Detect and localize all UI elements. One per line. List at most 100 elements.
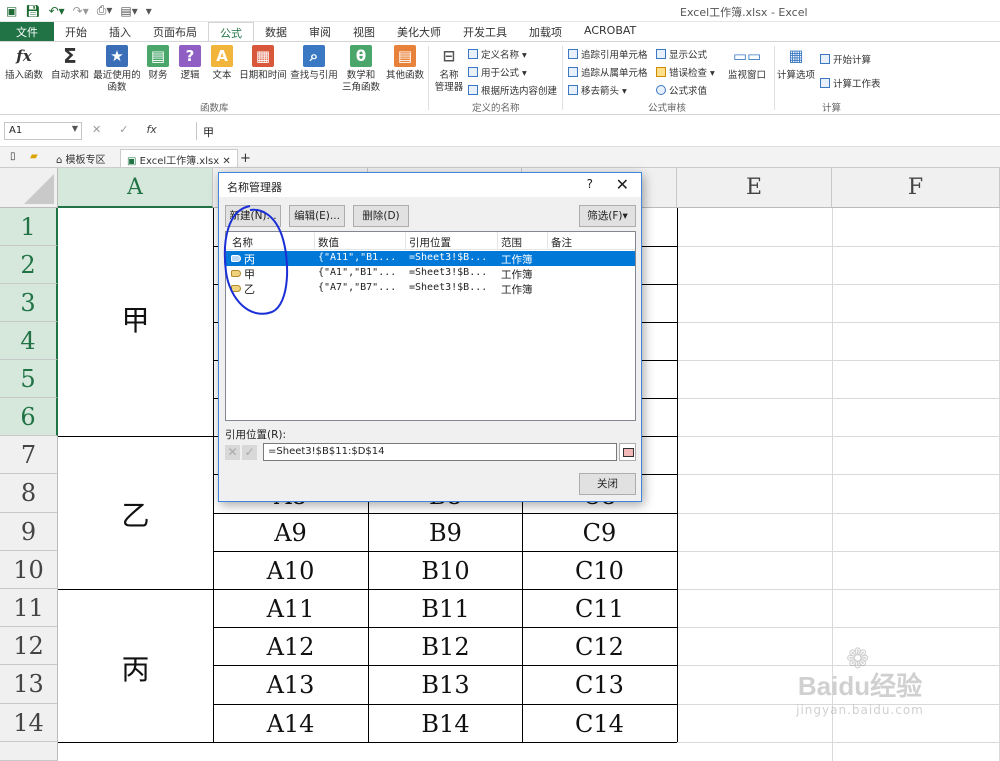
undo-icon[interactable]: ↶▾ [49,4,65,18]
insert-function-button[interactable]: fx 插入函数 [4,45,44,82]
watch-window-button[interactable]: ▭▭ 监视窗口 [726,45,768,82]
doc-tab-templates[interactable]: ⌂ 模板专区 [50,149,112,167]
evaluate-formula-button[interactable]: 公式求值 [656,83,707,97]
filter-button[interactable]: 筛选(F)▾ [579,205,636,227]
fx-icon[interactable]: fx [146,123,156,136]
col-header-e[interactable]: E [677,168,832,208]
datetime-button[interactable]: ▦ 日期和时间 [238,45,288,82]
close-icon[interactable]: ✕ [616,175,629,194]
delete-name-button[interactable]: 删除(D) [353,205,409,227]
refers-to-input[interactable]: =Sheet3!$B$11:$D$14 [263,443,617,461]
cell-b11[interactable]: A11 [214,595,367,623]
cell-d13[interactable]: C13 [523,671,676,699]
calc-options-button[interactable]: ▦ 计算选项 [776,45,816,82]
tab-acrobat[interactable]: ACROBAT [573,22,647,41]
confirm-edit-icon[interactable]: ✓ [242,445,257,460]
print-icon[interactable]: ⎙▾ [97,3,113,18]
math-button[interactable]: θ 数学和 三角函数 [340,45,382,94]
new-doc-icon[interactable]: ▯ [4,149,22,167]
customize-qat-icon[interactable]: ▾ [146,4,152,18]
tab-review[interactable]: 审阅 [298,22,342,41]
more-functions-button[interactable]: ▤ 其他函数 [384,45,426,82]
tab-page-layout[interactable]: 页面布局 [142,22,208,41]
tab-insert[interactable]: 插入 [98,22,142,41]
formula-input[interactable]: 甲 [196,122,996,140]
col-comment[interactable]: 备注 [551,235,572,250]
cell-c11[interactable]: B11 [369,595,522,623]
merged-cell-a7-a10[interactable]: 乙 [59,494,212,534]
row-header[interactable]: 7 [0,436,58,474]
cell-c9[interactable]: B9 [369,519,522,547]
col-refers-to[interactable]: 引用位置 [409,235,451,250]
cell-d11[interactable]: C11 [523,595,676,623]
collapse-dialog-icon[interactable] [619,443,636,461]
edit-name-button[interactable]: 编辑(E)... [289,205,345,227]
row-header[interactable] [0,742,58,761]
merged-cell-a1-a6[interactable]: 甲 [59,299,212,339]
define-name-button[interactable]: 定义名称 ▾ [468,47,527,61]
col-value[interactable]: 数值 [318,235,339,250]
logical-button[interactable]: ? 逻辑 [176,45,204,82]
row-header[interactable]: 11 [0,589,58,627]
trace-dependents-button[interactable]: 追踪从属单元格 [568,65,648,79]
row-header[interactable]: 10 [0,551,58,589]
close-button[interactable]: 关闭 [579,473,636,495]
form-icon[interactable]: ▤▾ [120,4,137,18]
tab-beautify[interactable]: 美化大师 [386,22,452,41]
row-header[interactable]: 9 [0,513,58,551]
name-box[interactable]: A1 ▼ [4,122,82,140]
tab-developer[interactable]: 开发工具 [452,22,518,41]
redo-icon[interactable]: ↷▾ [73,4,89,18]
recent-functions-button[interactable]: ★ 最近使用的 函数 [92,45,142,94]
select-all-corner[interactable] [0,168,58,208]
excel-icon[interactable]: ▣ [6,4,17,18]
tab-home[interactable]: 开始 [54,22,98,41]
cell-b10[interactable]: A10 [214,557,367,585]
row-header[interactable]: 2 [0,246,58,284]
calculate-sheet-button[interactable]: 计算工作表 [820,76,881,90]
cell-b14[interactable]: A14 [214,710,367,738]
row-header[interactable]: 1 [0,208,58,246]
calculate-now-button[interactable]: 开始计算 [820,52,871,66]
trace-precedents-button[interactable]: 追踪引用单元格 [568,47,648,61]
col-scope[interactable]: 范围 [501,235,522,250]
tab-addins[interactable]: 加载项 [518,22,573,41]
close-tab-icon[interactable]: ✕ [222,156,230,167]
help-icon[interactable]: ? [587,177,593,191]
cell-c12[interactable]: B12 [369,633,522,661]
row-header[interactable]: 4 [0,322,58,360]
cell-d9[interactable]: C9 [523,519,676,547]
row-header[interactable]: 14 [0,704,58,742]
error-checking-button[interactable]: 错误检查 ▾ [656,65,715,79]
row-header[interactable]: 3 [0,284,58,322]
cell-b13[interactable]: A13 [214,671,367,699]
lookup-button[interactable]: ⌕ 查找与引用 [290,45,338,82]
enter-icon[interactable]: ✓ [119,123,128,136]
row-header[interactable]: 13 [0,665,58,704]
folder-icon[interactable]: ▰ [24,149,44,167]
col-header-a[interactable]: A [58,168,213,208]
merged-cell-a11-a14[interactable]: 丙 [59,648,212,688]
col-header-f[interactable]: F [832,168,1000,208]
add-tab-icon[interactable]: + [234,149,257,167]
create-from-selection-button[interactable]: 根据所选内容创建 [468,83,557,97]
name-manager-button[interactable]: ⊟ 名称 管理器 [432,45,466,94]
cell-d12[interactable]: C12 [523,633,676,661]
financial-button[interactable]: ▤ 财务 [144,45,172,82]
cell-d10[interactable]: C10 [523,557,676,585]
cell-c10[interactable]: B10 [369,557,522,585]
text-button[interactable]: A 文本 [208,45,236,82]
tab-data[interactable]: 数据 [254,22,298,41]
cell-c13[interactable]: B13 [369,671,522,699]
row-header[interactable]: 5 [0,360,58,398]
cancel-edit-icon[interactable]: ✕ [225,445,240,460]
autosum-button[interactable]: Σ 自动求和 [50,45,90,82]
show-formulas-button[interactable]: 显示公式 [656,47,707,61]
doc-tab-workbook[interactable]: ▣ Excel工作簿.xlsx ✕ [120,149,238,167]
tab-formulas[interactable]: 公式 [208,22,254,41]
cell-b9[interactable]: A9 [214,519,367,547]
cancel-icon[interactable]: ✕ [92,123,101,136]
use-in-formula-button[interactable]: 用于公式 ▾ [468,65,527,79]
cell-d14[interactable]: C14 [523,710,676,738]
row-header[interactable]: 8 [0,474,58,513]
